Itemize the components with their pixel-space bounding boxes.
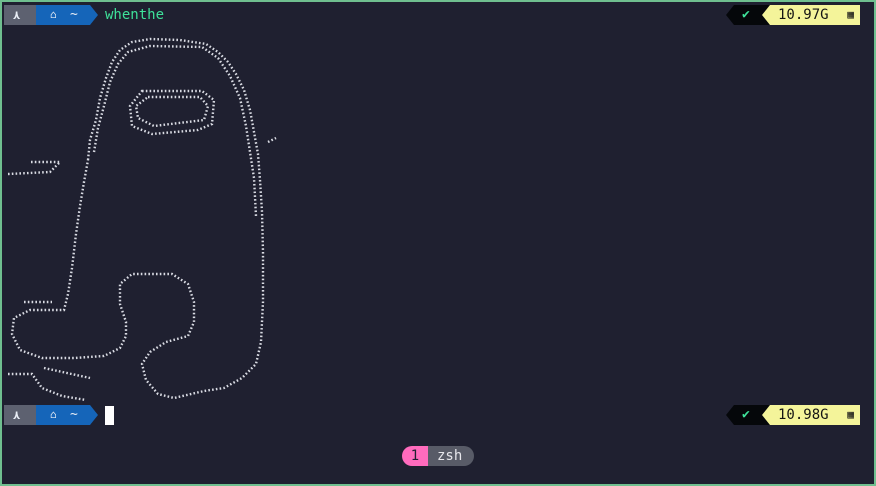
check-icon: ✔ [742,7,750,22]
ascii-art-output [7,37,277,402]
terminal-window[interactable]: ⋏ ⌂ ~ whenthe ✔ 10.97G ▦ ⋏ ⌂ ~ ✔ 10.98G … [0,0,876,486]
art-body-outline [10,37,265,400]
home-icon: ⌂ [50,408,57,421]
memory-segment: 10.97G ▦ [762,5,860,25]
tmux-window-name: zsh [428,446,474,466]
memory-usage: 10.97G [778,7,829,23]
dir-segment: ⌂ ~ [36,5,98,25]
tmux-window-index: 1 [402,446,428,466]
art-bottom-loop [8,300,87,402]
ram-icon: ▦ [847,8,854,21]
command-text: whenthe [105,7,165,23]
dir-segment: ⌂ ~ [36,405,98,425]
right-prompt-previous: ✔ 10.97G ▦ [726,5,860,25]
tmux-window-tab[interactable]: 1 zsh [402,446,474,466]
arch-icon: ⋏ [13,408,21,422]
memory-segment: 10.98G ▦ [762,405,860,425]
right-prompt-current: ✔ 10.98G ▦ [726,405,860,425]
art-bottom-trail [43,366,91,380]
art-left-arm [7,160,63,176]
art-visor-inner [134,95,210,128]
text-cursor[interactable] [105,406,114,425]
current-dir: ~ [70,407,78,422]
ram-icon: ▦ [847,408,854,421]
os-segment: ⋏ [4,5,44,25]
art-small-mark [267,136,277,144]
memory-usage: 10.98G [778,407,829,423]
current-dir: ~ [70,7,78,22]
arch-icon: ⋏ [13,8,21,22]
home-icon: ⌂ [50,8,57,21]
os-segment: ⋏ [4,405,44,425]
check-icon: ✔ [742,407,750,422]
